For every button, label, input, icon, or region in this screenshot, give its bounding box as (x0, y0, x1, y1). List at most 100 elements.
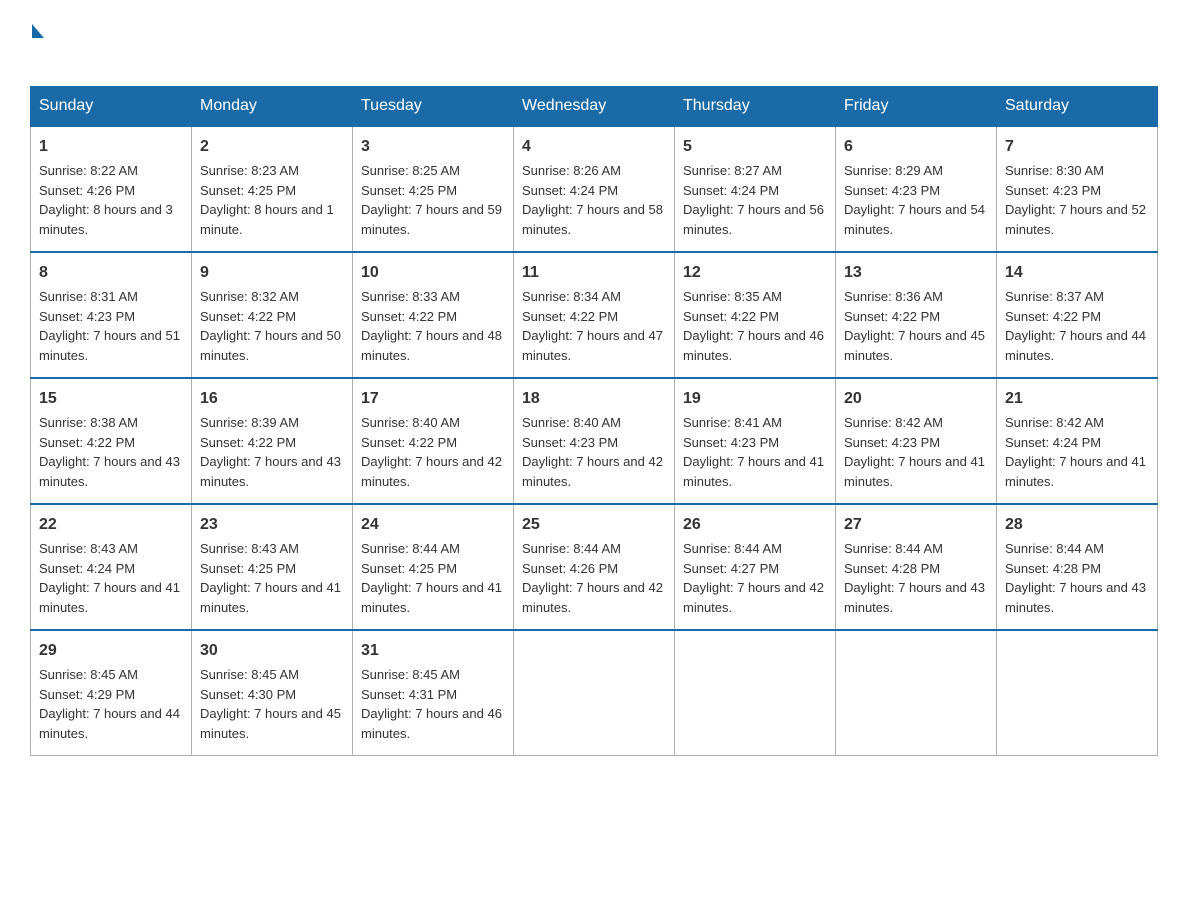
daylight-text: Daylight: 7 hours and 41 minutes. (844, 452, 988, 491)
day-number: 5 (683, 135, 827, 159)
daylight-text: Daylight: 7 hours and 41 minutes. (39, 578, 183, 617)
day-number: 8 (39, 261, 183, 285)
calendar-cell: 21Sunrise: 8:42 AMSunset: 4:24 PMDayligh… (997, 378, 1158, 504)
daylight-text: Daylight: 7 hours and 41 minutes. (1005, 452, 1149, 491)
sunrise-text: Sunrise: 8:42 AM (844, 413, 988, 433)
sunrise-text: Sunrise: 8:41 AM (683, 413, 827, 433)
daylight-text: Daylight: 7 hours and 41 minutes. (683, 452, 827, 491)
daylight-text: Daylight: 8 hours and 3 minutes. (39, 200, 183, 239)
sunset-text: Sunset: 4:26 PM (522, 559, 666, 579)
column-header-friday: Friday (836, 87, 997, 127)
calendar-cell: 18Sunrise: 8:40 AMSunset: 4:23 PMDayligh… (514, 378, 675, 504)
calendar-cell: 14Sunrise: 8:37 AMSunset: 4:22 PMDayligh… (997, 252, 1158, 378)
sunrise-text: Sunrise: 8:33 AM (361, 287, 505, 307)
daylight-text: Daylight: 7 hours and 42 minutes. (361, 452, 505, 491)
sunrise-text: Sunrise: 8:30 AM (1005, 161, 1149, 181)
calendar-cell: 6Sunrise: 8:29 AMSunset: 4:23 PMDaylight… (836, 126, 997, 252)
sunrise-text: Sunrise: 8:43 AM (200, 539, 344, 559)
sunset-text: Sunset: 4:22 PM (200, 433, 344, 453)
daylight-text: Daylight: 7 hours and 44 minutes. (1005, 326, 1149, 365)
calendar-cell (675, 630, 836, 756)
logo-arrow-icon (32, 24, 44, 38)
sunrise-text: Sunrise: 8:32 AM (200, 287, 344, 307)
sunset-text: Sunset: 4:29 PM (39, 685, 183, 705)
calendar-cell: 29Sunrise: 8:45 AMSunset: 4:29 PMDayligh… (31, 630, 192, 756)
calendar-cell: 7Sunrise: 8:30 AMSunset: 4:23 PMDaylight… (997, 126, 1158, 252)
calendar-cell: 11Sunrise: 8:34 AMSunset: 4:22 PMDayligh… (514, 252, 675, 378)
calendar-cell: 9Sunrise: 8:32 AMSunset: 4:22 PMDaylight… (192, 252, 353, 378)
daylight-text: Daylight: 7 hours and 43 minutes. (844, 578, 988, 617)
calendar-cell: 22Sunrise: 8:43 AMSunset: 4:24 PMDayligh… (31, 504, 192, 630)
daylight-text: Daylight: 7 hours and 45 minutes. (200, 704, 344, 743)
sunset-text: Sunset: 4:22 PM (1005, 307, 1149, 327)
sunrise-text: Sunrise: 8:37 AM (1005, 287, 1149, 307)
sunrise-text: Sunrise: 8:31 AM (39, 287, 183, 307)
day-number: 4 (522, 135, 666, 159)
daylight-text: Daylight: 7 hours and 43 minutes. (200, 452, 344, 491)
day-number: 31 (361, 639, 505, 663)
daylight-text: Daylight: 7 hours and 50 minutes. (200, 326, 344, 365)
daylight-text: Daylight: 8 hours and 1 minute. (200, 200, 344, 239)
sunset-text: Sunset: 4:24 PM (522, 181, 666, 201)
sunset-text: Sunset: 4:23 PM (522, 433, 666, 453)
calendar-cell: 19Sunrise: 8:41 AMSunset: 4:23 PMDayligh… (675, 378, 836, 504)
day-number: 7 (1005, 135, 1149, 159)
calendar-cell: 1Sunrise: 8:22 AMSunset: 4:26 PMDaylight… (31, 126, 192, 252)
day-number: 26 (683, 513, 827, 537)
calendar-cell: 17Sunrise: 8:40 AMSunset: 4:22 PMDayligh… (353, 378, 514, 504)
sunrise-text: Sunrise: 8:38 AM (39, 413, 183, 433)
calendar-cell: 24Sunrise: 8:44 AMSunset: 4:25 PMDayligh… (353, 504, 514, 630)
daylight-text: Daylight: 7 hours and 52 minutes. (1005, 200, 1149, 239)
day-number: 15 (39, 387, 183, 411)
daylight-text: Daylight: 7 hours and 43 minutes. (39, 452, 183, 491)
day-number: 12 (683, 261, 827, 285)
daylight-text: Daylight: 7 hours and 43 minutes. (1005, 578, 1149, 617)
sunset-text: Sunset: 4:23 PM (683, 433, 827, 453)
sunrise-text: Sunrise: 8:25 AM (361, 161, 505, 181)
daylight-text: Daylight: 7 hours and 58 minutes. (522, 200, 666, 239)
day-number: 21 (1005, 387, 1149, 411)
sunset-text: Sunset: 4:28 PM (1005, 559, 1149, 579)
day-number: 11 (522, 261, 666, 285)
week-row-3: 15Sunrise: 8:38 AMSunset: 4:22 PMDayligh… (31, 378, 1158, 504)
calendar-cell: 4Sunrise: 8:26 AMSunset: 4:24 PMDaylight… (514, 126, 675, 252)
day-number: 18 (522, 387, 666, 411)
sunset-text: Sunset: 4:23 PM (1005, 181, 1149, 201)
sunset-text: Sunset: 4:22 PM (844, 307, 988, 327)
day-number: 10 (361, 261, 505, 285)
calendar-cell (836, 630, 997, 756)
calendar-cell: 10Sunrise: 8:33 AMSunset: 4:22 PMDayligh… (353, 252, 514, 378)
sunset-text: Sunset: 4:25 PM (200, 181, 344, 201)
day-number: 20 (844, 387, 988, 411)
day-number: 24 (361, 513, 505, 537)
daylight-text: Daylight: 7 hours and 42 minutes. (522, 452, 666, 491)
sunset-text: Sunset: 4:22 PM (361, 433, 505, 453)
sunrise-text: Sunrise: 8:42 AM (1005, 413, 1149, 433)
sunset-text: Sunset: 4:23 PM (844, 181, 988, 201)
day-number: 23 (200, 513, 344, 537)
sunset-text: Sunset: 4:22 PM (522, 307, 666, 327)
daylight-text: Daylight: 7 hours and 42 minutes. (522, 578, 666, 617)
day-number: 3 (361, 135, 505, 159)
week-row-1: 1Sunrise: 8:22 AMSunset: 4:26 PMDaylight… (31, 126, 1158, 252)
sunrise-text: Sunrise: 8:44 AM (844, 539, 988, 559)
sunrise-text: Sunrise: 8:39 AM (200, 413, 344, 433)
sunset-text: Sunset: 4:30 PM (200, 685, 344, 705)
daylight-text: Daylight: 7 hours and 46 minutes. (361, 704, 505, 743)
day-number: 28 (1005, 513, 1149, 537)
sunrise-text: Sunrise: 8:22 AM (39, 161, 183, 181)
sunrise-text: Sunrise: 8:35 AM (683, 287, 827, 307)
day-number: 14 (1005, 261, 1149, 285)
calendar-cell: 28Sunrise: 8:44 AMSunset: 4:28 PMDayligh… (997, 504, 1158, 630)
sunset-text: Sunset: 4:28 PM (844, 559, 988, 579)
sunset-text: Sunset: 4:22 PM (683, 307, 827, 327)
sunrise-text: Sunrise: 8:44 AM (522, 539, 666, 559)
calendar-cell: 30Sunrise: 8:45 AMSunset: 4:30 PMDayligh… (192, 630, 353, 756)
calendar-header-row: SundayMondayTuesdayWednesdayThursdayFrid… (31, 87, 1158, 127)
day-number: 1 (39, 135, 183, 159)
day-number: 25 (522, 513, 666, 537)
calendar-cell: 8Sunrise: 8:31 AMSunset: 4:23 PMDaylight… (31, 252, 192, 378)
sunrise-text: Sunrise: 8:45 AM (200, 665, 344, 685)
day-number: 27 (844, 513, 988, 537)
column-header-sunday: Sunday (31, 87, 192, 127)
